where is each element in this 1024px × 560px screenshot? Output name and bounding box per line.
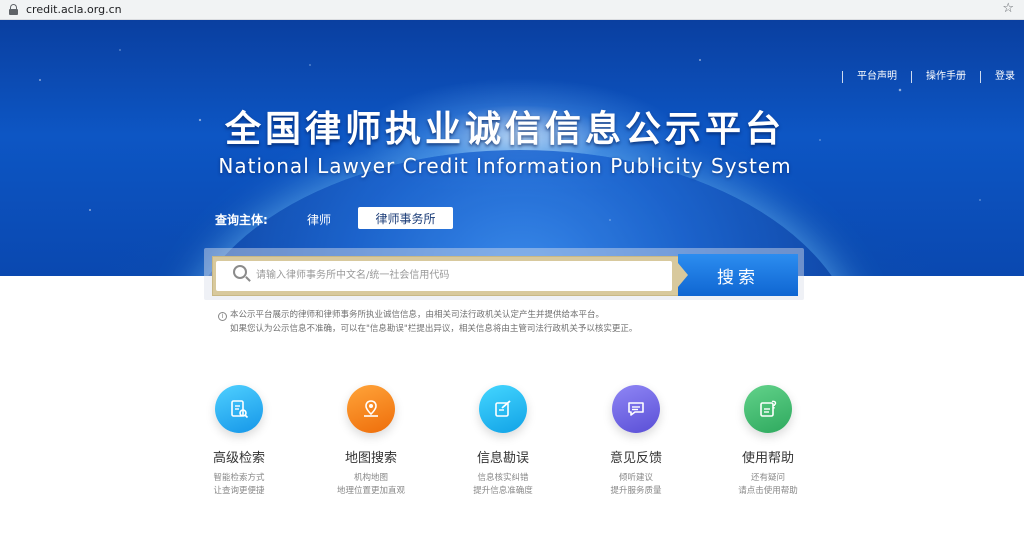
feature-help[interactable]: 使用帮助 还有疑问 请点击使用帮助 [708, 385, 828, 498]
feature-map-search[interactable]: 地图搜索 机构地图 地理位置更加直观 [311, 385, 431, 498]
feature-name[interactable]: 高级检索 [179, 447, 299, 466]
notice-line-2: 如果您认为公示信息不准确，可以在"信息勘误"栏提出异议，相关信息将由主管司法行政… [230, 324, 638, 334]
search-icon [233, 265, 251, 283]
feature-desc: 请点击使用帮助 [738, 486, 798, 496]
feature-desc: 还有疑问 [750, 473, 785, 483]
feature-info-correction[interactable]: 信息勘误 信息核实纠错 提升信息准确度 [443, 385, 563, 498]
page-title-cn: 全国律师执业诚信信息公示平台 [224, 109, 785, 150]
page-title-en: National Lawyer Credit Information Publi… [218, 154, 792, 178]
search-button[interactable]: 搜索 [678, 254, 798, 296]
browser-address-bar[interactable]: credit.acla.org.cn ☆ [0, 0, 1024, 20]
nav-login[interactable]: 登录 [980, 71, 1024, 83]
feature-advanced-search[interactable]: 高级检索 智能检索方式 让查询更便捷 [179, 385, 299, 498]
url-text[interactable]: credit.acla.org.cn [26, 3, 122, 16]
feature-desc: 智能检索方式 [213, 473, 265, 483]
feature-name[interactable]: 意见反馈 [576, 447, 696, 466]
hero-banner: 平台声明 操作手册 登录 全国律师执业诚信信息公示平台 National Law… [0, 20, 1024, 276]
chat-icon[interactable] [612, 385, 660, 433]
feature-desc: 提升服务质量 [610, 486, 662, 496]
feature-feedback[interactable]: 意见反馈 倾听建议 提升服务质量 [576, 385, 696, 498]
feature-desc: 信息核实纠错 [477, 473, 529, 483]
feature-name[interactable]: 使用帮助 [708, 447, 828, 466]
document-search-icon[interactable] [215, 385, 263, 433]
feature-desc: 提升信息准确度 [473, 486, 533, 496]
top-nav: 平台声明 操作手册 登录 [842, 70, 1024, 84]
query-subject-label: 查询主体: [215, 213, 268, 227]
feature-desc: 机构地图 [353, 473, 388, 483]
map-pin-icon[interactable] [347, 385, 395, 433]
query-option-law-firm[interactable]: 律师事务所 [358, 207, 453, 229]
help-icon[interactable] [744, 385, 792, 433]
info-icon: i [218, 312, 227, 321]
nav-user-manual[interactable]: 操作手册 [911, 71, 980, 83]
star-icon[interactable]: ☆ [1002, 1, 1014, 16]
feature-name[interactable]: 信息勘误 [443, 447, 563, 466]
feature-desc: 地理位置更加直观 [336, 486, 405, 496]
edit-icon[interactable] [479, 385, 527, 433]
feature-desc: 倾听建议 [618, 473, 653, 483]
query-option-lawyer[interactable]: 律师 [307, 211, 331, 228]
search-input[interactable] [256, 264, 656, 286]
nav-platform-statement[interactable]: 平台声明 [842, 71, 911, 83]
notice-line-1: 本公示平台展示的律师和律师事务所执业诚信信息，由相关司法行政机关认定产生并提供给… [230, 310, 605, 320]
feature-desc: 让查询更便捷 [213, 486, 265, 496]
feature-name[interactable]: 地图搜索 [311, 447, 431, 466]
lock-icon [9, 4, 18, 15]
notice-text: i 本公示平台展示的律师和律师事务所执业诚信信息，由相关司法行政机关认定产生并提供… [218, 308, 637, 336]
